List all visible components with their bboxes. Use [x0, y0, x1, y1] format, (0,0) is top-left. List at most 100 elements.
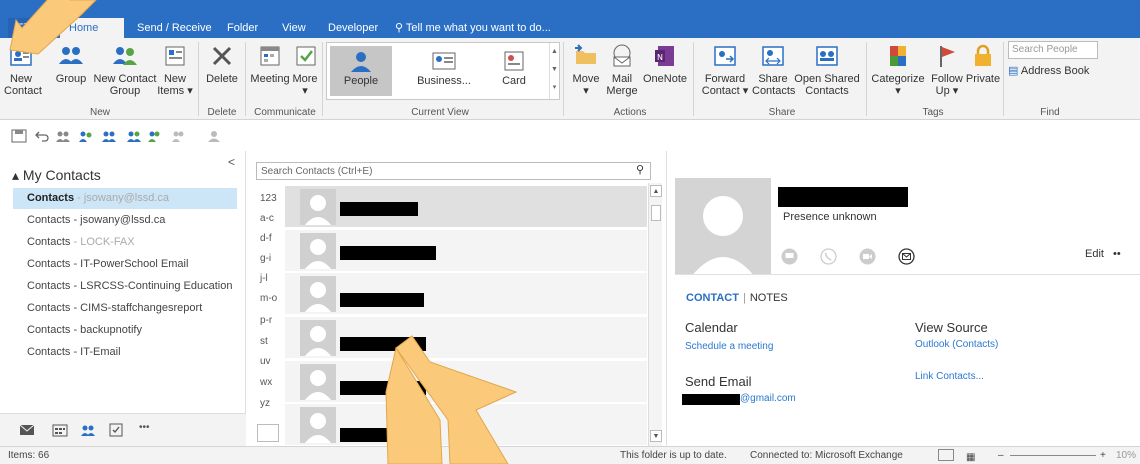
share-contacts-button[interactable]: Share Contacts [752, 42, 795, 97]
contact-group-small-icon[interactable] [78, 129, 94, 143]
move-button[interactable]: Move ▾ [568, 42, 604, 97]
link-contacts-link[interactable]: Link Contacts... [915, 371, 984, 382]
normal-view-icon[interactable] [938, 449, 954, 461]
nav-contacts-jsowany[interactable]: Contacts - jsowany@lssd.ca [13, 210, 237, 231]
delete-button[interactable]: Delete [201, 42, 243, 85]
tab-home[interactable]: Home [60, 18, 124, 38]
zoom-level: 10% [1116, 450, 1137, 461]
tab-contact[interactable]: CONTACT [686, 292, 739, 304]
mail-icon[interactable] [19, 423, 35, 437]
private-label: Private [965, 73, 1001, 85]
new-contact-group-button[interactable]: New Contact Group [92, 42, 158, 97]
index-d-f[interactable]: d-f [260, 233, 272, 244]
contact-row[interactable] [285, 273, 647, 315]
lightbulb-icon: ⚲ [395, 22, 404, 34]
nav-contacts-lock-fax[interactable]: Contacts - LOCK-FAX [13, 232, 237, 253]
new-group-button[interactable]: Group [53, 42, 89, 85]
view-people[interactable]: People [330, 46, 392, 96]
scroll-up-arrow[interactable]: ▲ [650, 185, 662, 197]
contact-row[interactable] [285, 230, 647, 272]
outlook-contacts-link[interactable]: Outlook (Contacts) [915, 339, 998, 350]
index-j-l[interactable]: j-l [260, 273, 268, 284]
person-gray-icon[interactable] [206, 129, 222, 143]
tab-developer[interactable]: Developer [319, 18, 387, 38]
meeting-button[interactable]: Meeting [248, 42, 292, 85]
scroll-thumb[interactable] [651, 205, 661, 221]
members-icon[interactable] [126, 129, 142, 143]
calendar-module-icon[interactable] [52, 423, 68, 437]
gallery-scroll[interactable]: ▲ ▼ ▾ [549, 43, 559, 99]
tab-file[interactable]: File [8, 18, 52, 38]
edit-contact-button[interactable]: Edit •• [1085, 248, 1121, 260]
redacted-name [340, 202, 418, 216]
more-options-button[interactable]: •• [1113, 248, 1121, 260]
tab-notes[interactable]: NOTES [750, 292, 788, 304]
contact-row[interactable] [285, 361, 647, 403]
video-icon[interactable] [859, 248, 876, 265]
search-contacts-input[interactable]: Search Contacts (Ctrl+E) ⚲ [256, 162, 651, 180]
more-communicate-button[interactable]: More ▾ [292, 42, 318, 97]
zoom-slider[interactable] [1010, 455, 1096, 456]
tell-me-search[interactable]: ⚲ Tell me what you want to do... [386, 18, 560, 38]
nav-contacts-jsowany-primary[interactable]: Contacts - jsowany@lssd.ca [13, 188, 237, 209]
tab-folder[interactable]: Folder [218, 18, 267, 38]
nav-contacts-cims[interactable]: Contacts - CIMS-staffchangesreport [13, 298, 237, 319]
remove-member-icon[interactable] [170, 129, 186, 143]
undo-icon[interactable] [34, 129, 50, 143]
save-icon[interactable] [11, 129, 27, 143]
index-yz[interactable]: yz [260, 398, 270, 409]
index-123[interactable]: 123 [260, 193, 277, 204]
nav-contacts-backupnotify[interactable]: Contacts - backupnotify [13, 320, 237, 341]
contact-row[interactable] [285, 404, 647, 446]
view-business-card[interactable]: Business... [407, 46, 481, 96]
index-p-r[interactable]: p-r [260, 315, 272, 326]
search-people-input[interactable]: Search People [1008, 41, 1098, 59]
search-icon[interactable]: ⚲ [636, 164, 644, 177]
index-a-c[interactable]: a-c [260, 213, 274, 224]
my-contacts-heading[interactable]: ▴ My Contacts [12, 167, 101, 184]
reading-view-icon[interactable]: ▦ [966, 449, 975, 464]
open-shared-contacts-button[interactable]: Open Shared Contacts [794, 42, 860, 97]
email-icon[interactable] [898, 248, 915, 265]
zoom-in-button[interactable]: + [1100, 447, 1106, 464]
nav-contacts-it-powerschool[interactable]: Contacts - IT-PowerSchool Email [13, 254, 237, 275]
open-shared-contacts-label-1: Open Shared [794, 73, 860, 85]
index-m-o[interactable]: m-o [260, 293, 277, 304]
view-card[interactable]: Card [481, 46, 547, 96]
call-icon[interactable] [820, 248, 837, 265]
zoom-out-button[interactable]: – [998, 447, 1004, 464]
index-uv[interactable]: uv [260, 356, 271, 367]
nav-contacts-lsrcss[interactable]: Contacts - LSRCSS-Continuing Education [13, 276, 237, 297]
index-g-i[interactable]: g-i [260, 253, 271, 264]
index-st[interactable]: st [260, 336, 268, 347]
nav-contacts-it-email[interactable]: Contacts - IT-Email [13, 342, 237, 363]
index-wx[interactable]: wx [260, 377, 272, 388]
address-book-button[interactable]: ▤ Address Book [1008, 64, 1089, 77]
follow-up-button[interactable]: Follow Up ▾ [927, 42, 967, 97]
people-small-icon[interactable] [55, 129, 71, 143]
collapse-pane-button[interactable]: < [228, 155, 235, 169]
schedule-meeting-link[interactable]: Schedule a meeting [685, 341, 773, 352]
people-module-icon[interactable] [80, 423, 96, 437]
calendar-heading: Calendar [685, 320, 738, 335]
scroll-down-arrow[interactable]: ▼ [650, 430, 662, 442]
new-contact-button[interactable]: New Contact [4, 42, 42, 97]
more-modules-button[interactable]: ••• [139, 422, 150, 433]
im-icon[interactable] [781, 248, 798, 265]
mail-merge-button[interactable]: Mail Merge [606, 42, 638, 97]
contact-list-scrollbar[interactable]: ▲ ▼ [648, 183, 662, 446]
forward-contact-button[interactable]: Forward Contact ▾ [698, 42, 752, 97]
private-button[interactable]: Private [965, 42, 1001, 85]
members-dropdown-icon[interactable] [146, 129, 162, 143]
tab-view[interactable]: View [273, 18, 315, 38]
email-address-link[interactable]: @gmail.com [740, 393, 796, 404]
categorize-button[interactable]: Categorize ▾ [868, 42, 928, 97]
onenote-button[interactable]: N OneNote [642, 42, 688, 85]
tasks-module-icon[interactable] [108, 423, 124, 437]
contact-row[interactable] [285, 317, 647, 359]
group-small-icon[interactable] [101, 129, 117, 143]
directory-icon[interactable] [257, 424, 279, 442]
contact-row[interactable] [285, 186, 647, 228]
new-items-button[interactable]: New Items ▾ [157, 42, 193, 97]
tab-send-receive[interactable]: Send / Receive [128, 18, 221, 38]
